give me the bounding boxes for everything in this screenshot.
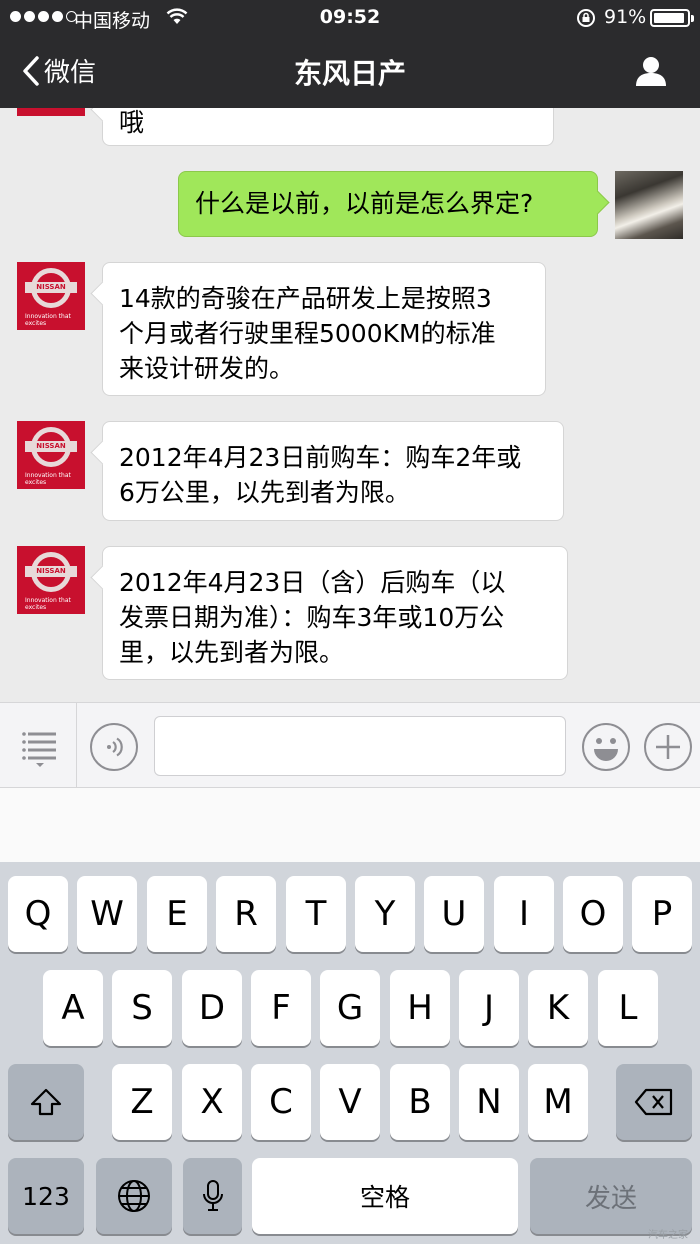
battery-percent: 91%	[604, 6, 647, 28]
key-k[interactable]: K	[528, 970, 588, 1046]
backspace-icon	[634, 1088, 673, 1116]
key-s[interactable]: S	[112, 970, 172, 1046]
message-line: 来设计研发的。	[119, 354, 295, 383]
nissan-avatar[interactable]: NISSAN Innovation that excites	[17, 262, 85, 330]
message-line: 个月或者行驶里程5000KM的标准	[119, 319, 496, 348]
key-m[interactable]: M	[528, 1064, 588, 1140]
message-line: 2012年4月23日前购车：购车2年或	[119, 443, 522, 472]
key-l[interactable]: L	[598, 970, 658, 1046]
shift-icon	[30, 1088, 62, 1116]
page-title: 东风日产	[293, 57, 406, 90]
message-line: 14款的奇骏在产品研发上是按照3	[119, 284, 492, 313]
key-u[interactable]: U	[424, 876, 484, 952]
key-r[interactable]: R	[216, 876, 276, 952]
nissan-avatar[interactable]: NISSAN Innovation that excites	[17, 546, 85, 614]
message-line: 2012年4月23日（含）后购车（以	[119, 568, 506, 597]
message-line: 发票日期为准）：购车3年或10万公	[119, 603, 505, 632]
send-key[interactable]: 发送	[530, 1158, 692, 1234]
message-bubble[interactable]: 2012年4月23日（含）后购车（以 发票日期为准）：购车3年或10万公 里，以…	[102, 546, 568, 680]
space-key[interactable]: 空格	[252, 1158, 518, 1234]
person-icon	[636, 57, 666, 86]
key-q[interactable]: Q	[8, 876, 68, 952]
key-a[interactable]: A	[43, 970, 103, 1046]
my-avatar[interactable]	[615, 171, 683, 239]
numbers-key[interactable]: 123	[8, 1158, 84, 1234]
key-d[interactable]: D	[182, 970, 242, 1046]
backspace-key[interactable]	[616, 1064, 692, 1140]
key-v[interactable]: V	[320, 1064, 380, 1140]
status-bar: 中国移动 09:52 91%	[0, 0, 700, 36]
message-bubble[interactable]: 14款的奇骏在产品研发上是按照3 个月或者行驶里程5000KM的标准 来设计研发…	[102, 262, 546, 396]
key-x[interactable]: X	[182, 1064, 242, 1140]
key-i[interactable]: I	[494, 876, 554, 952]
message-line: 里，以先到者为限。	[119, 638, 345, 667]
plus-icon	[656, 735, 680, 759]
key-z[interactable]: Z	[112, 1064, 172, 1140]
rotation-lock-icon	[576, 8, 596, 33]
message-text: 哦	[119, 108, 145, 137]
key-f[interactable]: F	[251, 970, 311, 1046]
input-spacer	[0, 788, 700, 862]
smiley-icon	[594, 738, 618, 761]
my-message-bubble[interactable]: 什么是以前，以前是怎么界定?	[178, 171, 598, 237]
message-text: 什么是以前，以前是怎么界定?	[195, 189, 534, 218]
keyboard: Q W E R T Y U I O P A S D F G H J K L Z …	[0, 862, 700, 1244]
key-e[interactable]: E	[147, 876, 207, 952]
nissan-avatar[interactable]: NISSAN	[17, 108, 85, 116]
key-o[interactable]: O	[563, 876, 623, 952]
nissan-avatar[interactable]: NISSAN Innovation that excites	[17, 421, 85, 489]
key-h[interactable]: H	[390, 970, 450, 1046]
key-w[interactable]: W	[77, 876, 137, 952]
key-y[interactable]: Y	[355, 876, 415, 952]
message-input[interactable]	[154, 716, 566, 776]
profile-button[interactable]	[634, 54, 668, 92]
voice-input-button[interactable]	[90, 723, 138, 771]
list-menu-icon	[22, 732, 56, 767]
key-g[interactable]: G	[320, 970, 380, 1046]
top-bar: 中国移动 09:52 91% 微信 东风日产	[0, 0, 700, 108]
dictation-key[interactable]	[183, 1158, 242, 1234]
input-bar	[0, 702, 700, 788]
voice-icon	[107, 737, 123, 757]
chat-area[interactable]: NISSAN 哦 什么是以前，以前是怎么界定? NISSAN Innovatio…	[0, 108, 700, 702]
key-n[interactable]: N	[459, 1064, 519, 1140]
more-button[interactable]	[644, 723, 692, 771]
watermark: 汽车之家	[648, 1230, 688, 1241]
menu-toggle-button[interactable]	[22, 731, 58, 771]
message-bubble[interactable]: 哦	[102, 108, 554, 146]
key-p[interactable]: P	[632, 876, 692, 952]
message-bubble[interactable]: 2012年4月23日前购车：购车2年或 6万公里，以先到者为限。	[102, 421, 564, 521]
globe-key[interactable]	[96, 1158, 172, 1234]
battery-icon	[650, 9, 694, 27]
key-j[interactable]: J	[459, 970, 519, 1046]
microphone-icon	[202, 1180, 223, 1211]
key-b[interactable]: B	[390, 1064, 450, 1140]
key-t[interactable]: T	[286, 876, 346, 952]
globe-icon	[118, 1180, 150, 1212]
message-line: 6万公里，以先到者为限。	[119, 478, 410, 507]
key-c[interactable]: C	[251, 1064, 311, 1140]
shift-key[interactable]	[8, 1064, 84, 1140]
emoji-button[interactable]	[582, 723, 630, 771]
